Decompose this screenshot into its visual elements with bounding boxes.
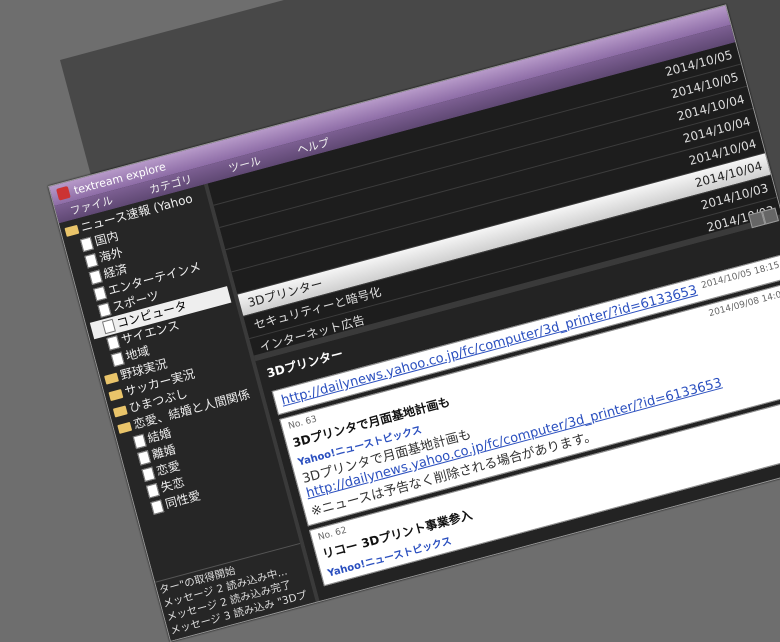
topic-title bbox=[237, 270, 245, 292]
status-log: ター"の取得開始 メッセージ 2 読み込み中... メッセージ 2 読み込み完了… bbox=[155, 542, 316, 641]
folder-icon bbox=[104, 372, 119, 385]
document-icon bbox=[132, 433, 147, 450]
document-icon bbox=[150, 499, 165, 515]
document-icon bbox=[79, 236, 94, 253]
document-icon bbox=[93, 285, 108, 302]
document-icon bbox=[101, 318, 116, 335]
folder-icon bbox=[64, 224, 80, 237]
topic-title bbox=[220, 204, 228, 226]
document-icon bbox=[97, 302, 112, 318]
topic-title bbox=[214, 181, 222, 203]
document-icon bbox=[137, 450, 152, 466]
folder-icon bbox=[112, 405, 128, 418]
document-icon bbox=[141, 466, 156, 483]
document-icon bbox=[110, 351, 125, 368]
document-icon bbox=[84, 253, 99, 269]
app-icon bbox=[56, 185, 71, 201]
document-icon bbox=[88, 269, 103, 285]
folder-icon bbox=[117, 421, 133, 434]
folder-icon bbox=[108, 389, 124, 402]
document-icon bbox=[145, 483, 160, 499]
topic-title bbox=[231, 248, 239, 270]
topic-title bbox=[226, 226, 234, 248]
document-icon bbox=[106, 335, 121, 351]
